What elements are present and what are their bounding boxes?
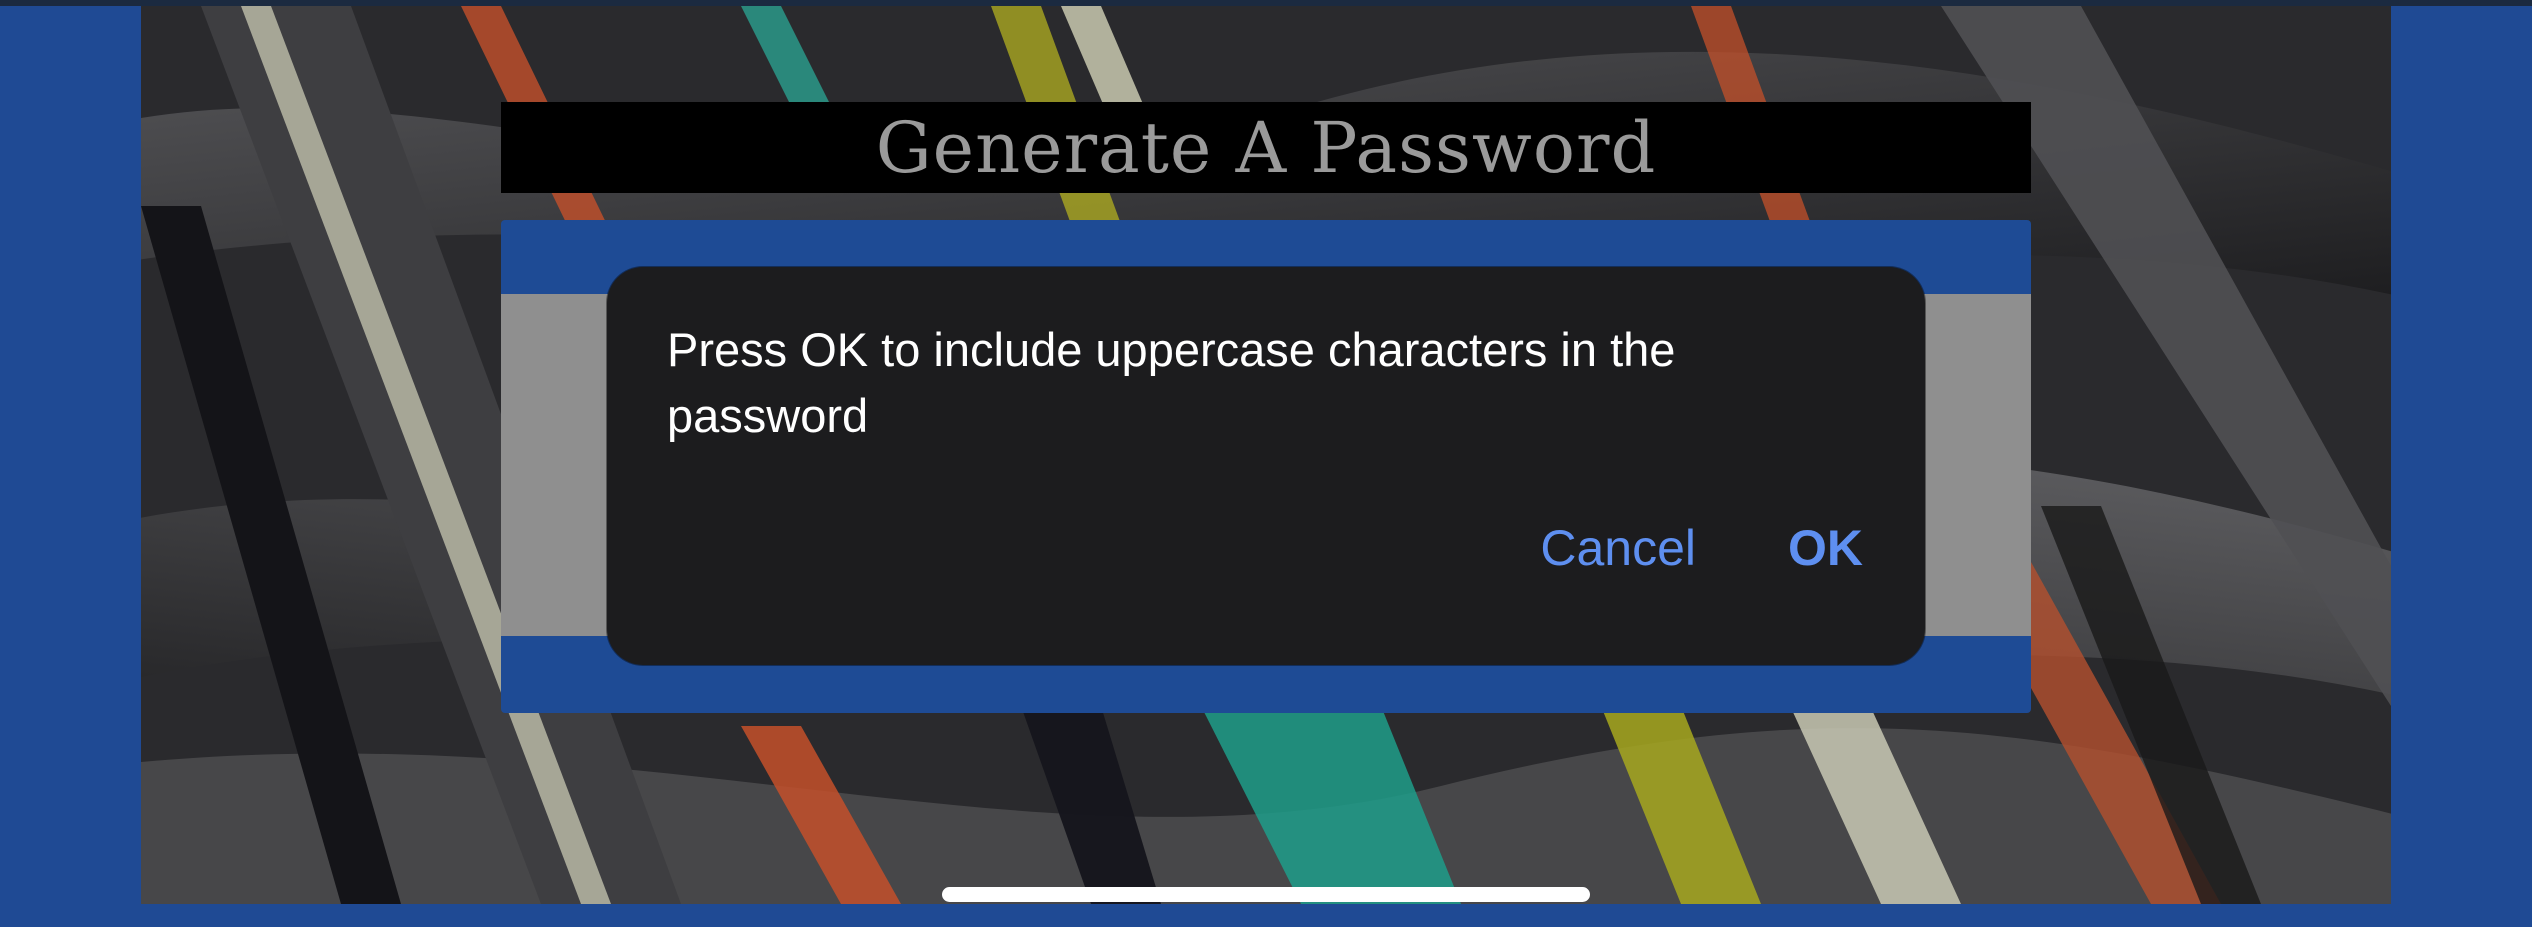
home-indicator-icon[interactable] — [942, 887, 1590, 902]
confirm-dialog: Press OK to include uppercase characters… — [607, 267, 1925, 665]
ok-button[interactable]: OK — [1788, 519, 1863, 577]
bottom-frame-strip — [0, 904, 2532, 927]
cancel-button[interactable]: Cancel — [1540, 519, 1696, 577]
page-header: Generate A Password — [501, 102, 2031, 193]
dialog-message: Press OK to include uppercase characters… — [667, 323, 1676, 442]
dialog-button-row: Cancel OK — [1540, 519, 1863, 577]
page-title: Generate A Password — [875, 106, 1657, 189]
